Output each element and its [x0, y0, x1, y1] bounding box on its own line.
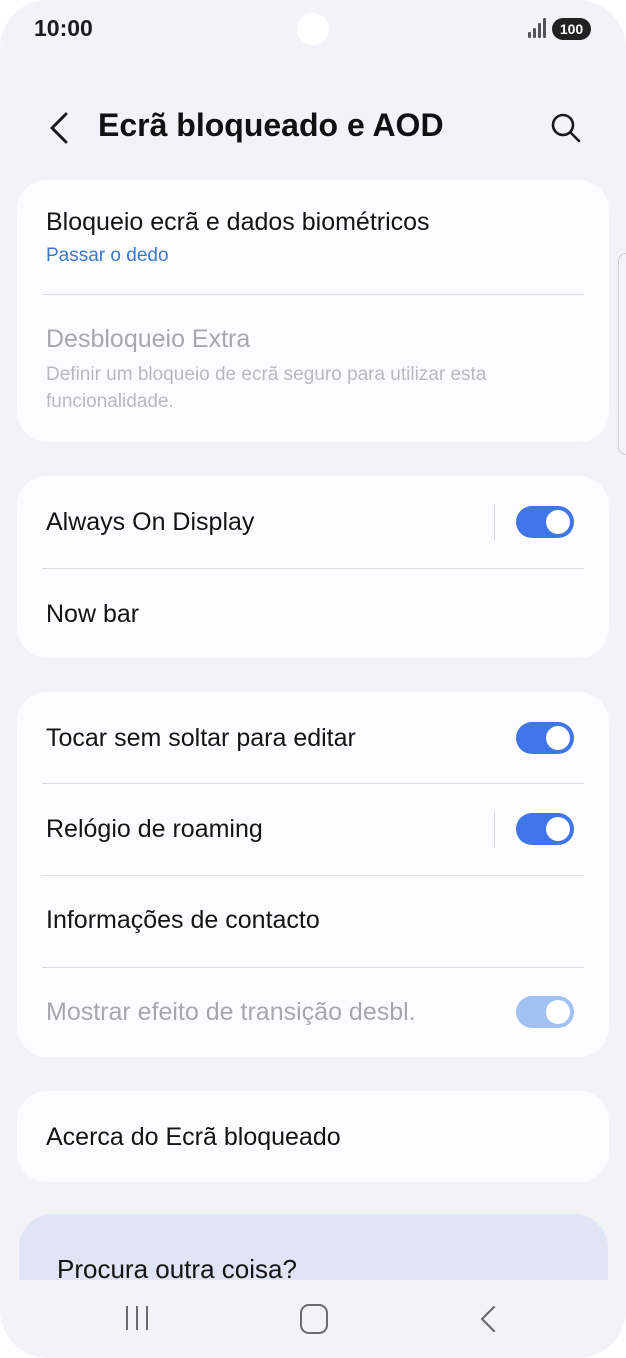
extra-unlock-label: Desbloqueio Extra — [46, 325, 251, 353]
contact-info-setting[interactable]: Informações de contacto — [17, 876, 609, 967]
always-on-display-label: Always On Display — [46, 508, 255, 536]
about-lock-screen-setting[interactable]: Acerca do Ecrã bloqueado — [17, 1091, 609, 1182]
touch-hold-edit-setting[interactable]: Tocar sem soltar para editar — [17, 692, 609, 783]
lock-screen-value: Passar o dedo — [46, 245, 169, 266]
edge-panel-handle[interactable] — [618, 253, 626, 455]
touch-hold-edit-toggle[interactable] — [516, 722, 574, 754]
lock-screen-options-card: Tocar sem soltar para editar Relógio de … — [17, 692, 609, 1057]
camera-cutout — [297, 13, 329, 45]
back-arrow-icon — [50, 112, 68, 144]
search-button[interactable] — [548, 110, 584, 146]
page-title: Ecrã bloqueado e AOD — [98, 107, 444, 143]
separator — [494, 504, 495, 540]
extra-unlock-description: Definir um bloqueio de ecrã seguro para … — [46, 364, 487, 412]
security-card: Bloqueio ecrã e dados biométricos Passar… — [17, 180, 609, 442]
back-button[interactable] — [42, 108, 78, 148]
aod-card: Always On Display Now bar — [17, 476, 609, 658]
touch-hold-edit-label: Tocar sem soltar para editar — [46, 724, 356, 752]
recent-apps-icon[interactable] — [126, 1306, 152, 1330]
unlock-transition-setting: Mostrar efeito de transição desbl. — [17, 968, 609, 1057]
navigation-bar — [0, 1280, 626, 1358]
unlock-transition-toggle — [516, 996, 574, 1028]
roaming-clock-label: Relógio de roaming — [46, 815, 263, 843]
always-on-display-setting[interactable]: Always On Display — [17, 476, 609, 568]
separator — [494, 811, 495, 847]
search-icon — [551, 113, 581, 143]
now-bar-label: Now bar — [46, 600, 140, 628]
unlock-transition-label: Mostrar efeito de transição desbl. — [46, 998, 416, 1026]
always-on-display-toggle[interactable] — [516, 506, 574, 538]
now-bar-setting[interactable]: Now bar — [17, 569, 609, 658]
extra-unlock-setting: Desbloqueio Extra Definir um bloqueio de… — [17, 295, 609, 442]
lock-screen-label: Bloqueio ecrã e dados biométricos — [46, 208, 430, 236]
nav-back-icon[interactable] — [478, 1304, 498, 1334]
lock-screen-setting[interactable]: Bloqueio ecrã e dados biométricos Passar… — [17, 180, 609, 294]
about-card: Acerca do Ecrã bloqueado — [17, 1091, 609, 1182]
roaming-clock-setting[interactable]: Relógio de roaming — [17, 784, 609, 875]
about-lock-screen-label: Acerca do Ecrã bloqueado — [46, 1123, 341, 1151]
signal-icon — [528, 18, 546, 38]
home-icon[interactable] — [300, 1304, 328, 1334]
phone-screen: 10:00 100 Ecrã bloqueado e AOD Bloqueio … — [0, 0, 626, 1358]
battery-indicator: 100 — [552, 18, 591, 40]
status-time: 10:00 — [34, 15, 93, 41]
contact-info-label: Informações de contacto — [46, 906, 320, 934]
roaming-clock-toggle[interactable] — [516, 813, 574, 845]
